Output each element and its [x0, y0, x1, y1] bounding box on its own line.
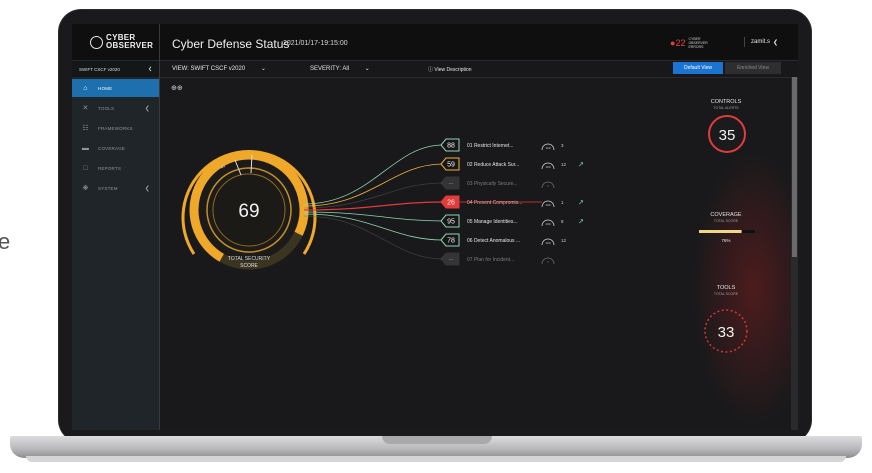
alert-count: 3 [561, 143, 564, 148]
partial-text: e [0, 229, 11, 254]
total-security-score-value: 69 [238, 201, 259, 222]
coverage-value: 76% [721, 238, 730, 243]
mini-gauge-value: 100 [545, 203, 550, 207]
control-row[interactable]: 88 01 Restrict Internet... 100 3 [440, 138, 564, 152]
tools-title: TOOLS [717, 285, 736, 291]
dashboard-graphics: 41 69 TOTAL SECURITY SCORE 88 01 Restrict… [177, 99, 755, 353]
controls-subtitle: TOTAL ALERTS [713, 106, 739, 110]
alert-count: 8 [561, 219, 564, 224]
mini-gauge-value: 100 [545, 222, 550, 226]
coverage-bar-fill [699, 230, 742, 233]
controls-alerts-value: 35 [719, 127, 736, 144]
control-score: -- [449, 181, 454, 188]
trend-up-icon: ↗ [578, 218, 584, 226]
control-row[interactable]: 78 06 Detect Anomalous ... 100 12 [440, 233, 567, 247]
laptop-notch [382, 436, 492, 444]
coverage-subtitle: TOTAL SCORE [714, 219, 739, 223]
mini-gauge-value: 100 [545, 146, 550, 150]
flow-line [303, 201, 444, 211]
control-score: 26 [447, 200, 455, 207]
flow-line [303, 144, 444, 205]
coverage-title: COVERAGE [710, 212, 742, 218]
control-label: 04 Prevent Compromis... [467, 200, 522, 206]
mini-gauge-value: 0 [547, 184, 549, 188]
flow-line [303, 213, 444, 241]
alert-count: 12 [561, 238, 567, 243]
tools-subtitle: TOTAL SCORE [714, 292, 739, 296]
control-label: 06 Detect Anomalous ... [467, 238, 520, 244]
control-row[interactable]: 95 05 Manage Identities... 100 8 ↗ [440, 214, 584, 228]
alert-count: 12 [561, 162, 567, 167]
controls-title: CONTROLS [711, 99, 742, 105]
control-label: 03 Physically Secure... [467, 181, 518, 187]
control-label: 01 Restrict Internet... [467, 143, 513, 149]
control-label: 02 Reduce Attack Sur... [467, 162, 519, 168]
flow-line [303, 215, 444, 260]
control-score: -- [449, 257, 454, 264]
flow-line [303, 163, 444, 207]
control-score: 59 [447, 162, 455, 169]
total-security-score-label-2: SCORE [240, 263, 258, 269]
total-security-score-label-1: TOTAL SECURITY [228, 256, 271, 262]
control-row[interactable]: -- 03 Physically Secure... 0 [440, 176, 555, 190]
mini-gauge-value: 0 [547, 260, 549, 264]
control-score: 95 [447, 219, 455, 226]
mini-gauge-value: 100 [545, 241, 550, 245]
control-label: 05 Manage Identities... [467, 219, 518, 225]
trend-up-icon: ↗ [578, 199, 584, 207]
flow-line [303, 211, 444, 222]
alert-count: 1 [561, 200, 564, 205]
control-row[interactable]: 59 02 Reduce Attack Sur... 100 12 ↗ [440, 157, 584, 171]
control-score: 78 [447, 238, 455, 245]
mini-gauge-value: 100 [545, 165, 550, 169]
tools-score-value: 33 [718, 324, 735, 341]
control-label: 07 Plan for Incident... [467, 257, 514, 263]
trend-up-icon: ↗ [578, 161, 584, 169]
laptop-shadow [26, 456, 846, 462]
app-screen: CYBER OBSERVER Cyber Defense Status 2021… [72, 24, 798, 430]
control-row[interactable]: -- 07 Plan for Incident... 0 [440, 252, 555, 266]
control-score: 88 [447, 143, 455, 150]
